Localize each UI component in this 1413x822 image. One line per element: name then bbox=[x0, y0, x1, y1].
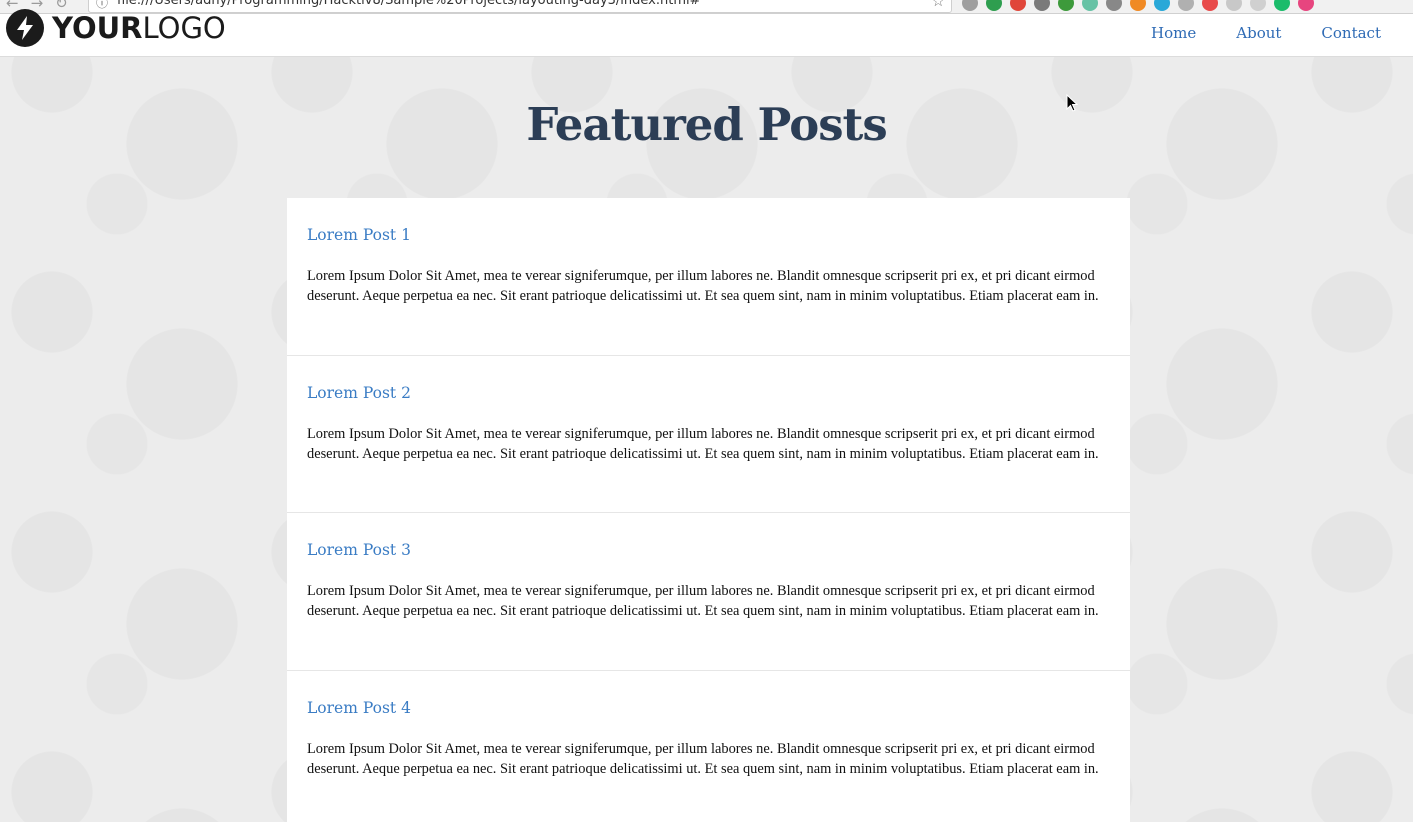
nav-link-home[interactable]: Home bbox=[1151, 24, 1196, 42]
browser-extension-icon[interactable] bbox=[962, 0, 978, 11]
lightning-bolt-icon bbox=[6, 9, 44, 47]
address-bar-url[interactable]: file:///Users/adny/Programming/Hacktiv8/… bbox=[117, 0, 701, 8]
page-title: Featured Posts bbox=[526, 98, 887, 151]
browser-extension-icon[interactable] bbox=[1178, 0, 1194, 11]
browser-extension-icon[interactable] bbox=[986, 0, 1002, 11]
site-logo[interactable]: YOURLOGO bbox=[6, 8, 226, 48]
site-header: YOURLOGO Home About Contact bbox=[0, 9, 1413, 57]
browser-extension-icon[interactable] bbox=[1130, 0, 1146, 11]
post-title-link[interactable]: Lorem Post 1 bbox=[307, 226, 1110, 250]
browser-extension-icon[interactable] bbox=[1226, 0, 1242, 11]
browser-extension-icon[interactable] bbox=[1010, 0, 1026, 11]
post-title-link[interactable]: Lorem Post 4 bbox=[307, 699, 1110, 723]
browser-extension-icon[interactable] bbox=[1202, 0, 1218, 11]
browser-extension-icon[interactable] bbox=[1106, 0, 1122, 11]
post-body: Lorem Ipsum Dolor Sit Amet, mea te verea… bbox=[307, 583, 1099, 619]
post-item: Lorem Post 4 Lorem Ipsum Dolor Sit Amet,… bbox=[287, 671, 1130, 822]
nav-link-contact[interactable]: Contact bbox=[1321, 24, 1381, 42]
post-title-link[interactable]: Lorem Post 3 bbox=[307, 541, 1110, 565]
browser-extension-icon[interactable] bbox=[1274, 0, 1290, 11]
post-title-link[interactable]: Lorem Post 2 bbox=[307, 384, 1110, 408]
post-item: Lorem Post 2 Lorem Ipsum Dolor Sit Amet,… bbox=[287, 356, 1130, 513]
post-item: Lorem Post 3 Lorem Ipsum Dolor Sit Amet,… bbox=[287, 513, 1130, 671]
logo-wordmark: YOURLOGO bbox=[52, 11, 226, 45]
post-body: Lorem Ipsum Dolor Sit Amet, mea te verea… bbox=[307, 268, 1099, 304]
browser-extension-icon[interactable] bbox=[1298, 0, 1314, 11]
post-item: Lorem Post 1 Lorem Ipsum Dolor Sit Amet,… bbox=[287, 198, 1130, 356]
main-nav: Home About Contact bbox=[1151, 24, 1381, 42]
browser-extension-icon[interactable] bbox=[1154, 0, 1170, 11]
posts-list: Lorem Post 1 Lorem Ipsum Dolor Sit Amet,… bbox=[287, 198, 1130, 822]
logo-text-light: LOGO bbox=[142, 11, 226, 45]
post-body: Lorem Ipsum Dolor Sit Amet, mea te verea… bbox=[307, 425, 1099, 462]
browser-extension-icon[interactable] bbox=[1058, 0, 1074, 11]
nav-link-about[interactable]: About bbox=[1236, 24, 1281, 42]
logo-text-bold: YOUR bbox=[52, 11, 143, 45]
browser-extension-icon[interactable] bbox=[1082, 0, 1098, 11]
browser-extension-icon[interactable] bbox=[1250, 0, 1266, 11]
post-body: Lorem Ipsum Dolor Sit Amet, mea te verea… bbox=[307, 740, 1099, 777]
mouse-cursor-icon bbox=[1066, 94, 1078, 112]
browser-extension-icon[interactable] bbox=[1034, 0, 1050, 11]
bookmark-star-icon[interactable]: ☆ bbox=[932, 0, 945, 10]
extension-icons bbox=[962, 0, 1314, 11]
